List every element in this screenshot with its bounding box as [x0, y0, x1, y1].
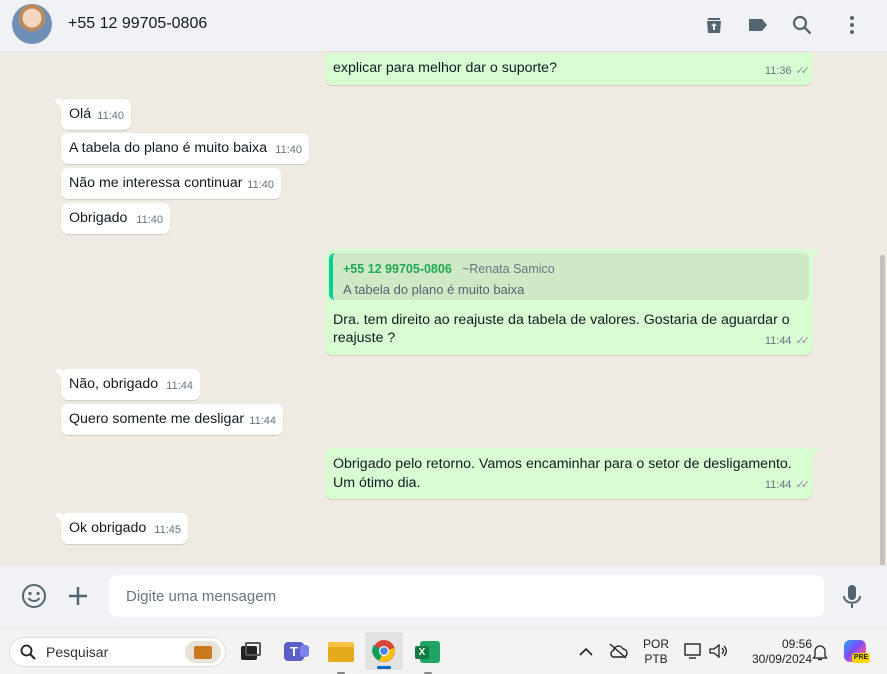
message-time: 11:44 — [249, 415, 276, 427]
time-label: 11:36 — [764, 65, 792, 77]
time-label: 11:44 — [764, 335, 792, 347]
contact-avatar[interactable] — [12, 4, 52, 44]
search-highlight-badge — [185, 641, 221, 663]
message-outgoing-reply[interactable]: +55 12 99705-0806 ~Renata Samico A tabel… — [325, 249, 820, 355]
menu-icon[interactable] — [840, 13, 864, 37]
cloud-off-icon[interactable] — [608, 642, 628, 660]
message-text: A tabela do plano é muito baixa — [69, 140, 267, 156]
search-label: Pesquisar — [46, 644, 109, 660]
message-incoming[interactable]: Não me interessa continuar 11:40 — [61, 168, 281, 199]
quote-author: +55 12 99705-0806 — [343, 262, 452, 276]
clock-date: 30/09/2024 — [751, 652, 812, 666]
message-text-line: reajuste ? — [333, 330, 396, 346]
volume-icon[interactable] — [708, 642, 728, 660]
teams-icon[interactable]: T — [280, 635, 312, 667]
task-view-icon[interactable] — [235, 635, 267, 667]
message-outgoing[interactable]: Obrigado pelo retorno. Vamos encaminhar … — [325, 448, 820, 499]
message-text-line: Obrigado pelo retorno. Vamos encaminhar … — [333, 456, 792, 472]
message-time: 11:40 — [97, 110, 124, 122]
time-label: 11:44 — [764, 479, 792, 491]
message-incoming[interactable]: Obrigado 11:40 — [61, 203, 170, 234]
chevron-up-icon[interactable] — [578, 645, 594, 657]
message-text-line: Um ótimo dia. — [333, 475, 421, 491]
search-icon[interactable] — [790, 13, 814, 37]
plus-icon[interactable] — [66, 584, 90, 608]
contact-name[interactable]: +55 12 99705-0806 — [68, 15, 207, 33]
keyboard-layout: PTB — [644, 652, 668, 666]
language-code: POR — [642, 637, 669, 651]
message-composer: Digite uma mensagem — [0, 566, 887, 628]
message-time: 11:45 — [154, 524, 181, 536]
emoji-icon[interactable] — [21, 583, 47, 609]
quote-name: ~Renata Samico — [462, 262, 555, 276]
notification-bell-icon[interactable] — [812, 643, 828, 661]
briefcase-icon — [194, 646, 212, 659]
message-time: 11:40 — [247, 179, 274, 191]
message-incoming[interactable]: A tabela do plano é muito baixa 11:40 — [61, 133, 309, 164]
search-icon — [20, 644, 36, 660]
copilot-badge: PRE — [852, 653, 870, 663]
message-incoming[interactable]: Quero somente me desligar 11:44 — [61, 404, 283, 435]
message-input-placeholder: Digite uma mensagem — [126, 588, 277, 605]
message-text: Não me interessa continuar — [69, 175, 243, 191]
windows-taskbar: Pesquisar T X POR PTB 09:56 30/09/2024 P… — [0, 628, 887, 674]
message-text: Olá — [69, 106, 92, 122]
chat-header: +55 12 99705-0806 — [0, 0, 887, 52]
quoted-message[interactable]: +55 12 99705-0806 ~Renata Samico A tabel… — [329, 253, 809, 300]
microphone-icon[interactable] — [841, 583, 863, 610]
message-time: 11:44 ✓✓ — [764, 332, 811, 351]
message-time: 11:36 ✓✓ — [764, 62, 811, 81]
message-text: Não, obrigado — [69, 376, 159, 392]
message-time: 11:44 ✓✓ — [764, 476, 811, 495]
message-text: Ok obrigado — [69, 520, 147, 536]
double-check-icon: ✓✓ — [795, 65, 811, 77]
chat-area: explicar para melhor dar o suporte? 11:3… — [0, 53, 887, 565]
copilot-icon[interactable]: PRE — [844, 640, 870, 664]
message-outgoing[interactable]: explicar para melhor dar o suporte? 11:3… — [325, 53, 813, 85]
chrome-icon[interactable] — [365, 632, 403, 670]
excel-icon[interactable]: X — [412, 635, 444, 674]
message-incoming[interactable]: Não, obrigado 11:44 — [54, 369, 200, 400]
double-check-icon: ✓✓ — [795, 335, 811, 347]
message-time: 11:44 — [166, 380, 193, 392]
message-text: Quero somente me desligar — [69, 411, 245, 427]
archive-icon[interactable] — [702, 13, 726, 37]
chat-scrollbar[interactable] — [880, 255, 885, 565]
double-check-icon: ✓✓ — [795, 479, 811, 491]
taskbar-search[interactable]: Pesquisar — [9, 637, 226, 667]
chrome-logo — [372, 640, 395, 662]
message-incoming[interactable]: Ok obrigado 11:45 — [54, 513, 188, 544]
file-explorer-icon[interactable] — [325, 635, 357, 674]
label-icon[interactable] — [746, 13, 770, 37]
message-incoming[interactable]: Olá 11:40 — [54, 99, 131, 130]
message-input[interactable]: Digite uma mensagem — [109, 575, 824, 617]
language-indicator[interactable]: POR PTB — [640, 637, 672, 667]
message-time: 11:40 — [136, 214, 163, 226]
clock[interactable]: 09:56 30/09/2024 — [736, 637, 812, 667]
network-icon[interactable] — [684, 642, 704, 660]
quote-text: A tabela do plano é muito baixa — [343, 282, 525, 297]
message-text: Obrigado — [69, 210, 128, 226]
message-text: explicar para melhor dar o suporte? — [333, 60, 557, 76]
message-text-line: Dra. tem direito ao reajuste da tabela d… — [333, 312, 790, 328]
clock-time: 09:56 — [781, 637, 812, 651]
message-time: 11:40 — [275, 144, 302, 156]
